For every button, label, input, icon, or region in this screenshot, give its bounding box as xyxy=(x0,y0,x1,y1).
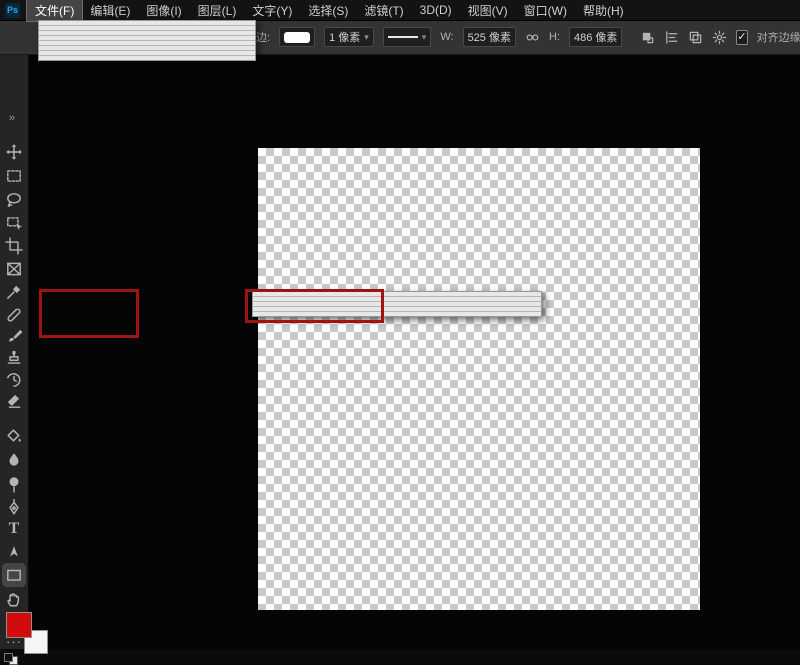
paint-bucket-tool-icon[interactable] xyxy=(5,427,23,445)
blur-tool-icon[interactable] xyxy=(5,451,23,469)
menu-bar-items: 文件(F)编辑(E)图像(I)图层(L)文字(Y)选择(S)滤镜(T)3D(D)… xyxy=(27,0,632,21)
align-edges-label: 对齐边缘 xyxy=(757,29,800,45)
eyedropper-tool-icon[interactable] xyxy=(5,283,23,301)
slice-tool-icon[interactable] xyxy=(5,260,23,278)
menubar-item[interactable]: 文件(F) xyxy=(27,0,82,21)
annotation-box-export xyxy=(39,289,139,338)
photoshop-logo: Ps xyxy=(5,3,20,18)
height-label: H: xyxy=(549,31,560,43)
healing-brush-tool-icon[interactable] xyxy=(5,306,23,324)
path-arrangement-icon[interactable] xyxy=(688,27,703,47)
type-tool-icon[interactable]: T xyxy=(5,520,23,538)
path-selection-tool-icon[interactable] xyxy=(5,544,23,562)
marquee-tool-icon[interactable] xyxy=(5,167,23,185)
menubar-item[interactable]: 滤镜(T) xyxy=(356,0,411,21)
menubar-item[interactable]: 选择(S) xyxy=(300,0,356,21)
width-input[interactable]: 525 像素 xyxy=(463,27,516,47)
menubar-item[interactable]: 图像(I) xyxy=(138,0,189,21)
stroke-color-swatch[interactable] xyxy=(279,27,315,47)
height-input[interactable]: 486 像素 xyxy=(569,27,622,47)
annotation-box-quick-export-png xyxy=(245,289,384,323)
foreground-color-swatch[interactable] xyxy=(6,612,32,638)
path-operations-icon[interactable] xyxy=(640,27,655,47)
menubar-item[interactable]: 编辑(E) xyxy=(82,0,138,21)
menu-bar: Ps 文件(F)编辑(E)图像(I)图层(L)文字(Y)选择(S)滤镜(T)3D… xyxy=(0,0,800,21)
stroke-style-line-icon xyxy=(388,36,418,38)
file-menu-dropdown xyxy=(38,20,256,61)
default-colors-icon[interactable] xyxy=(4,653,18,665)
stroke-width-select[interactable]: 1 像素 ▾ xyxy=(324,27,374,47)
stroke-width-value: 1 像素 xyxy=(329,29,360,45)
crop-tool-icon[interactable] xyxy=(5,237,23,255)
menu-group xyxy=(39,56,255,60)
menubar-item[interactable]: 窗口(W) xyxy=(516,0,575,21)
stroke-color-white xyxy=(284,32,310,43)
clone-stamp-tool-icon[interactable] xyxy=(5,349,23,367)
menubar-item[interactable]: 文字(Y) xyxy=(244,0,300,21)
link-dimensions-icon[interactable] xyxy=(525,27,540,47)
hand-tool-icon[interactable] xyxy=(5,590,23,608)
stroke-label: 边: xyxy=(256,29,270,45)
menubar-item[interactable]: 图层(L) xyxy=(190,0,245,21)
brush-tool-icon[interactable] xyxy=(5,327,23,345)
dropdown-arrow-icon: ▾ xyxy=(364,32,369,43)
move-tool-icon[interactable] xyxy=(5,143,23,161)
height-value: 486 像素 xyxy=(574,29,617,45)
canvas-area xyxy=(28,55,800,649)
tools-panel: » T ··· xyxy=(0,55,29,649)
width-label: W: xyxy=(440,31,453,43)
menubar-item[interactable]: 视图(V) xyxy=(460,0,516,21)
pen-tool-icon[interactable] xyxy=(5,498,23,516)
width-value: 525 像素 xyxy=(468,29,511,45)
object-selection-tool-icon[interactable] xyxy=(5,214,23,232)
history-brush-tool-icon[interactable] xyxy=(5,371,23,389)
dropdown-arrow-icon: ▾ xyxy=(422,32,427,43)
menubar-item[interactable]: 帮助(H) xyxy=(575,0,632,21)
align-edges-checkbox[interactable]: ✓ xyxy=(736,30,747,45)
transparent-document-canvas[interactable] xyxy=(258,148,700,610)
lasso-tool-icon[interactable] xyxy=(5,191,23,209)
menubar-item[interactable]: 3D(D) xyxy=(412,1,460,19)
dodge-tool-icon[interactable] xyxy=(5,475,23,493)
stroke-style-select[interactable]: ▾ xyxy=(383,27,432,47)
gear-icon[interactable] xyxy=(712,27,727,47)
rectangle-tool-icon[interactable] xyxy=(5,566,23,584)
path-alignment-icon[interactable] xyxy=(664,27,679,47)
eraser-tool-icon[interactable] xyxy=(5,392,23,410)
collapse-panel-icon[interactable]: » xyxy=(9,112,14,124)
default-foreground-swatch xyxy=(4,653,13,662)
